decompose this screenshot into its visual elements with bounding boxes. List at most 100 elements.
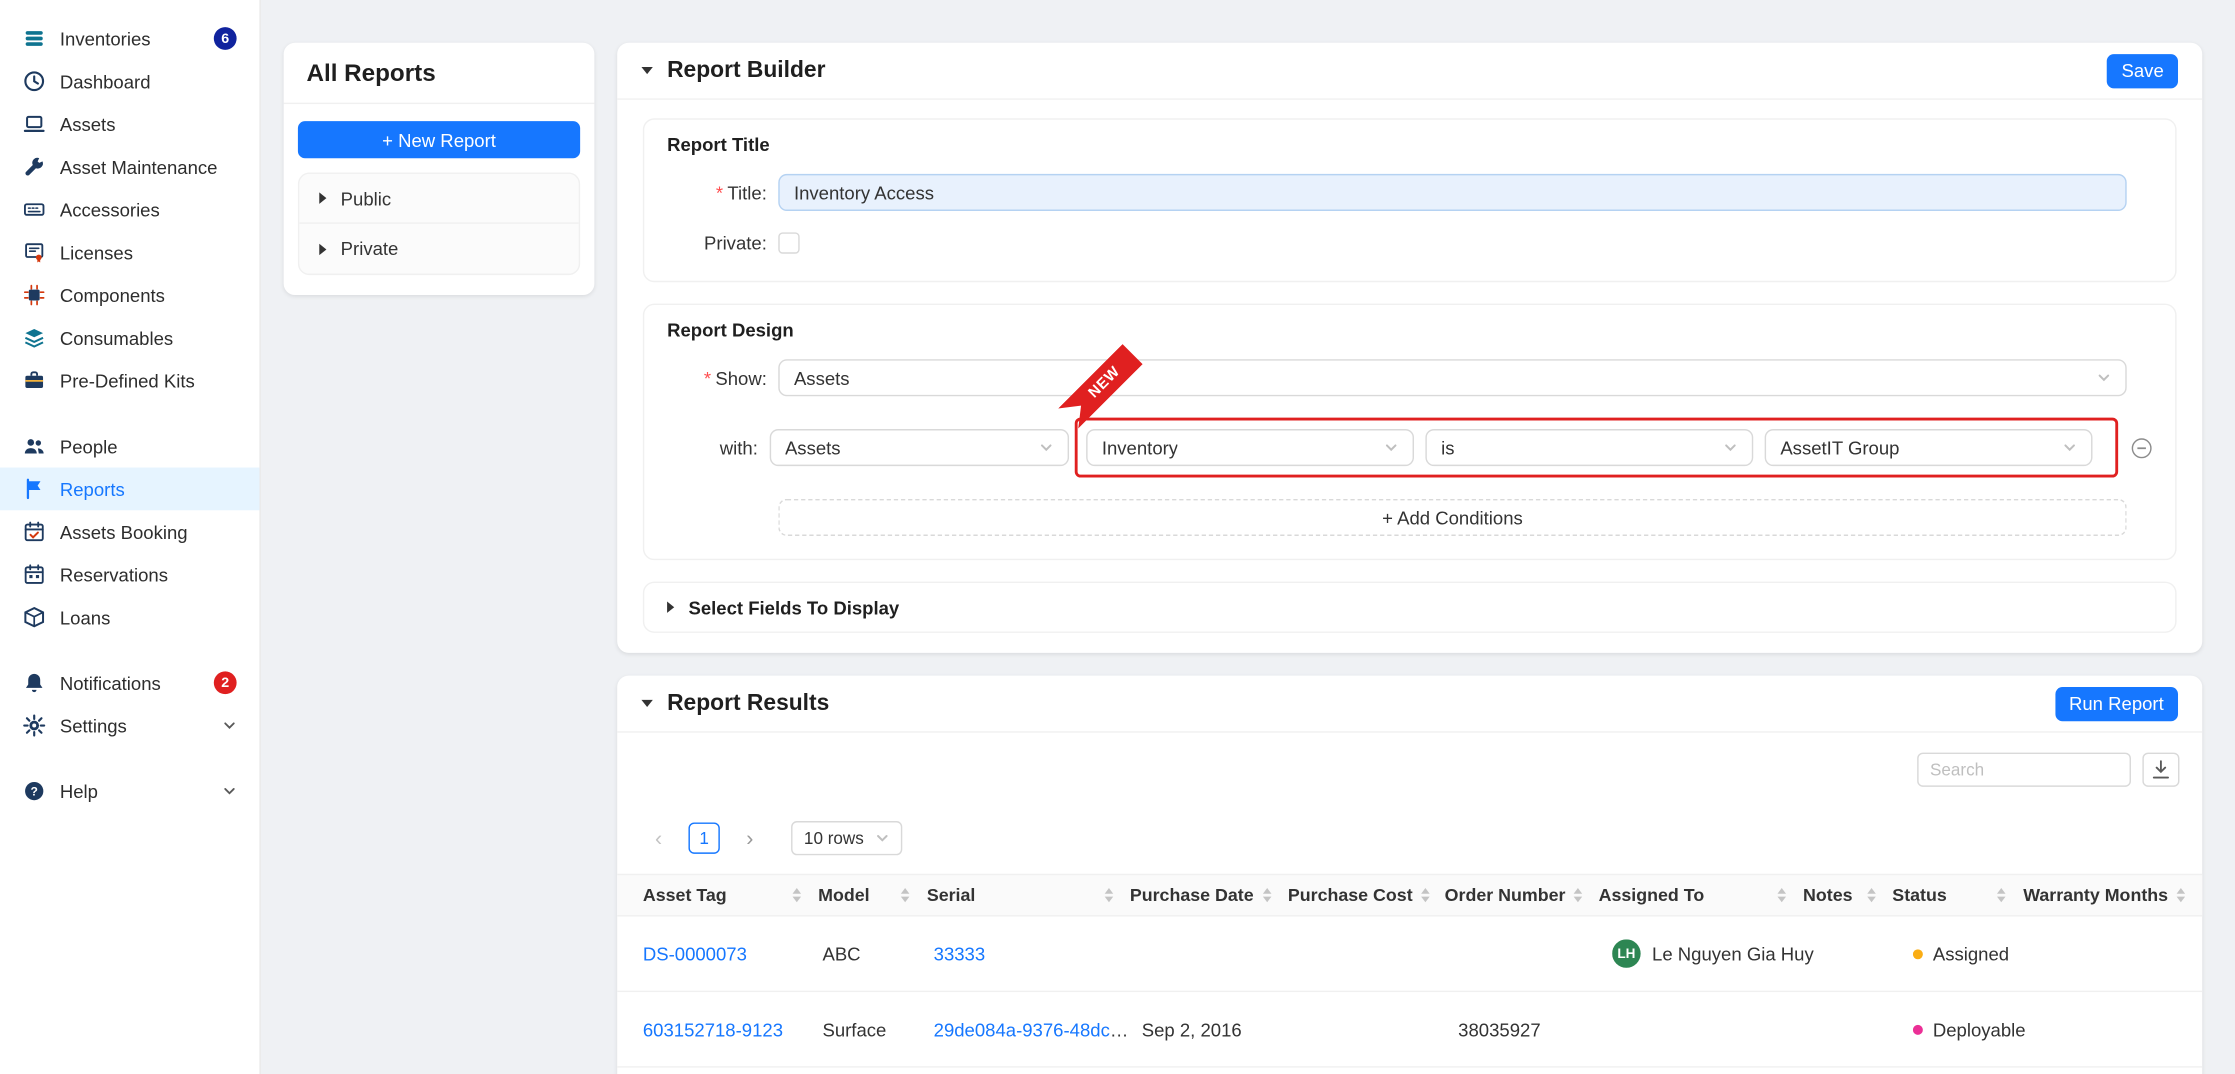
- sort-icon[interactable]: [2177, 888, 2186, 902]
- report-results-title: Report Results: [667, 691, 829, 717]
- column-header[interactable]: Asset Tag: [643, 885, 818, 905]
- report-builder-card: Report Builder Save Report Title *Title:…: [617, 43, 2202, 653]
- show-select[interactable]: Assets: [778, 359, 2126, 396]
- cell-model: ABC: [822, 943, 933, 964]
- cell-assigned-to: LHLe Nguyen Gia Huy: [1612, 939, 1810, 968]
- column-header[interactable]: Purchase Cost: [1288, 885, 1445, 905]
- prev-page-button[interactable]: ‹: [643, 822, 674, 853]
- report-results-card: Report Results Run Report ‹ 1 › 10 rows …: [617, 676, 2202, 1074]
- column-header[interactable]: Model: [818, 885, 927, 905]
- sort-icon[interactable]: [1421, 888, 1430, 902]
- license-icon: [23, 241, 46, 264]
- select-fields-collapse[interactable]: Select Fields To Display: [643, 582, 2177, 633]
- column-header[interactable]: Status: [1892, 885, 2023, 905]
- sort-icon[interactable]: [792, 888, 801, 902]
- sidebar-item-asset-maintenance[interactable]: Asset Maintenance: [0, 145, 259, 188]
- column-header[interactable]: Assigned To: [1599, 885, 1803, 905]
- serial-link[interactable]: 33333: [934, 943, 986, 964]
- run-report-button[interactable]: Run Report: [2055, 686, 2178, 720]
- current-page-button[interactable]: 1: [688, 822, 719, 853]
- report-group-private[interactable]: Private: [299, 224, 578, 274]
- sidebar-item-label: Accessories: [60, 199, 160, 220]
- caret-right-icon: [319, 192, 326, 203]
- calendar-check-icon: [23, 520, 46, 543]
- flag-icon: [23, 478, 46, 501]
- sidebar-item-consumables[interactable]: Consumables: [0, 316, 259, 359]
- sort-icon[interactable]: [1574, 888, 1583, 902]
- save-button[interactable]: Save: [2107, 53, 2178, 87]
- condition-value-select[interactable]: AssetIT Group: [1765, 429, 2093, 466]
- sidebar-item-reports[interactable]: Reports: [0, 468, 259, 511]
- sidebar-item-pre-defined-kits[interactable]: Pre-Defined Kits: [0, 359, 259, 402]
- sidebar-item-settings[interactable]: Settings: [0, 704, 259, 747]
- table-row: 603152718-9123 Surface 29de084a-9376-48d…: [617, 992, 2202, 1068]
- sidebar: Inventories 6 Dashboard Assets Asset Mai…: [0, 0, 261, 1074]
- column-header[interactable]: Warranty Months: [2023, 885, 2202, 905]
- column-header[interactable]: Order Number: [1445, 885, 1599, 905]
- private-checkbox[interactable]: [778, 232, 799, 253]
- rows-per-page-select[interactable]: 10 rows: [791, 821, 902, 855]
- column-header[interactable]: Notes: [1803, 885, 1892, 905]
- table-header-row: Asset Tag Model Serial Purchase Date Pur…: [617, 874, 2202, 917]
- sidebar-item-notifications[interactable]: Notifications 2: [0, 661, 259, 704]
- sidebar-item-inventories[interactable]: Inventories 6: [0, 17, 259, 60]
- required-mark: *: [704, 367, 711, 388]
- remove-condition-icon[interactable]: [2131, 437, 2152, 458]
- pagination: ‹ 1 › 10 rows: [617, 787, 2202, 874]
- report-group-public[interactable]: Public: [299, 174, 578, 224]
- new-report-button[interactable]: + New Report: [298, 121, 580, 158]
- condition-operator-select[interactable]: is: [1425, 429, 1753, 466]
- with-select[interactable]: Assets: [769, 429, 1069, 466]
- sidebar-item-people[interactable]: People: [0, 425, 259, 468]
- sidebar-item-label: Licenses: [60, 242, 133, 263]
- avatar: LH: [1612, 939, 1641, 968]
- caret-right-icon: [667, 602, 674, 613]
- column-header[interactable]: Purchase Date: [1130, 885, 1288, 905]
- sort-icon[interactable]: [1867, 888, 1876, 902]
- with-select-value: Assets: [785, 437, 841, 458]
- sidebar-item-components[interactable]: Components: [0, 274, 259, 317]
- condition-field-select[interactable]: Inventory: [1086, 429, 1414, 466]
- next-page-button[interactable]: ›: [734, 822, 765, 853]
- report-builder-header[interactable]: Report Builder Save: [617, 43, 2202, 100]
- sidebar-item-label: Notifications: [60, 672, 161, 693]
- layers-icon: [23, 326, 46, 349]
- column-header[interactable]: Serial: [927, 885, 1130, 905]
- sort-icon[interactable]: [1998, 888, 2007, 902]
- serial-link[interactable]: 29de084a-9376-48dc-...: [934, 1018, 1132, 1039]
- sidebar-item-dashboard[interactable]: Dashboard: [0, 60, 259, 103]
- sidebar-item-assets[interactable]: Assets: [0, 103, 259, 146]
- asset-tag-link[interactable]: DS-0000073: [643, 943, 747, 964]
- sidebar-item-help[interactable]: ? Help: [0, 770, 259, 813]
- calendar-icon: [23, 563, 46, 586]
- sidebar-item-licenses[interactable]: Licenses: [0, 231, 259, 274]
- sidebar-item-accessories[interactable]: Accessories: [0, 188, 259, 231]
- sidebar-group-gap: [0, 402, 259, 425]
- sidebar-item-reservations[interactable]: Reservations: [0, 553, 259, 596]
- report-groups-list: Public Private: [298, 172, 580, 275]
- report-results-header[interactable]: Report Results Run Report: [617, 676, 2202, 733]
- report-design-section: Report Design *Show: Assets with: Assets: [643, 304, 2177, 561]
- notifications-badge: 2: [214, 671, 237, 694]
- select-fields-label: Select Fields To Display: [688, 597, 899, 618]
- asset-tag-link[interactable]: 603152718-9123: [643, 1018, 783, 1039]
- search-input[interactable]: [1917, 753, 2131, 787]
- people-icon: [23, 435, 46, 458]
- sidebar-item-loans[interactable]: Loans: [0, 596, 259, 639]
- condition-operator-value: is: [1441, 437, 1454, 458]
- sort-icon[interactable]: [1262, 888, 1271, 902]
- report-group-label: Private: [341, 238, 399, 259]
- sort-icon[interactable]: [1777, 888, 1786, 902]
- sidebar-item-label: Loans: [60, 607, 110, 628]
- report-title-input[interactable]: [778, 174, 2126, 211]
- download-button[interactable]: [2142, 753, 2179, 787]
- private-label: Private:: [667, 232, 767, 253]
- sidebar-item-assets-booking[interactable]: Assets Booking: [0, 510, 259, 553]
- sidebar-group-gap: [0, 639, 259, 662]
- sort-icon[interactable]: [901, 888, 910, 902]
- box-icon: [23, 606, 46, 629]
- sort-icon[interactable]: [1104, 888, 1113, 902]
- main-content: Report Builder Save Report Title *Title:…: [617, 43, 2202, 1074]
- caret-right-icon: [319, 243, 326, 254]
- add-conditions-button[interactable]: + Add Conditions: [778, 499, 2126, 536]
